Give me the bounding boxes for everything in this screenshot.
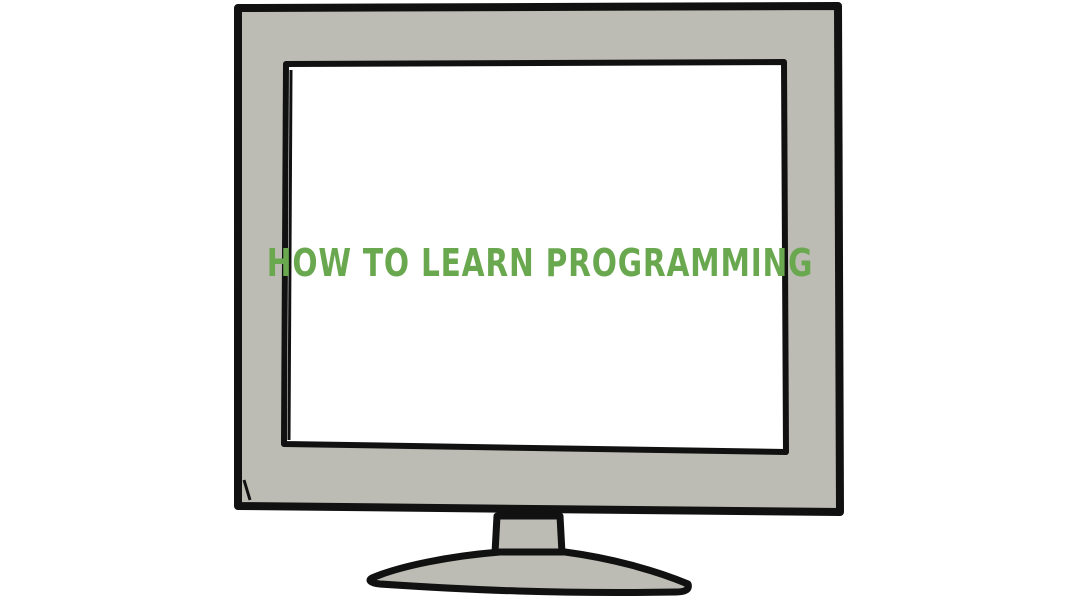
illustration-stage: HOW TO LEARN PROGRAMMING (0, 0, 1080, 600)
monitor-stand-neck (491, 512, 566, 557)
screen-title: HOW TO LEARN PROGRAMMING (266, 241, 814, 285)
monitor-stand-base (366, 548, 692, 597)
monitor-illustration (234, 2, 844, 597)
